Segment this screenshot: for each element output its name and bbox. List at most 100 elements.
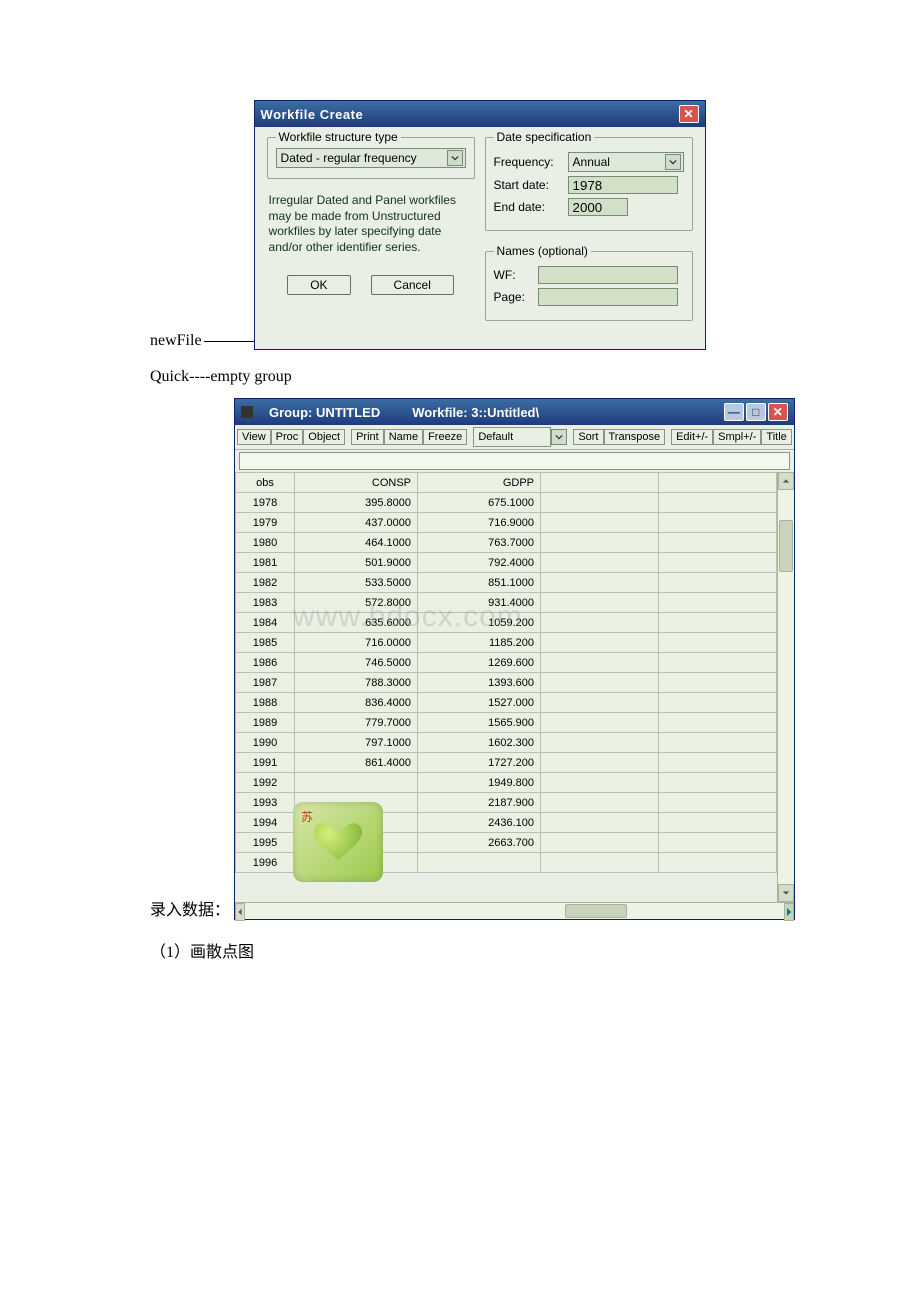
cell-blank[interactable] [658,773,776,793]
cell-obs[interactable]: 1985 [236,633,295,653]
cell-gdpp[interactable]: 763.7000 [418,533,541,553]
cell-obs[interactable]: 1979 [236,513,295,533]
cell-gdpp[interactable]: 1185.200 [418,633,541,653]
table-row[interactable]: 1979437.0000716.9000 [236,513,777,533]
cell-blank[interactable] [658,593,776,613]
cell-consp[interactable]: 797.1000 [295,733,418,753]
table-row[interactable]: 1987788.30001393.600 [236,673,777,693]
table-row[interactable]: 1981501.9000792.4000 [236,553,777,573]
cell-gdpp[interactable]: 2187.900 [418,793,541,813]
cancel-button[interactable]: Cancel [371,275,454,295]
cell-consp[interactable]: 464.1000 [295,533,418,553]
cell-blank[interactable] [541,633,659,653]
cell-gdpp[interactable]: 716.9000 [418,513,541,533]
page-input[interactable] [538,288,678,306]
cell-consp[interactable] [295,773,418,793]
toolbar-name[interactable]: Name [384,429,423,445]
toolbar-proc[interactable]: Proc [271,429,304,445]
cell-blank[interactable] [658,793,776,813]
cell-blank[interactable] [541,733,659,753]
cell-obs[interactable]: 1982 [236,573,295,593]
cell-obs[interactable]: 1991 [236,753,295,773]
cell-gdpp[interactable]: 1727.200 [418,753,541,773]
cell-obs[interactable]: 1995 [236,833,295,853]
cell-obs[interactable]: 1988 [236,693,295,713]
cell-obs[interactable]: 1989 [236,713,295,733]
cell-blank[interactable] [541,593,659,613]
maximize-icon[interactable]: □ [746,403,766,421]
cell-blank[interactable] [658,533,776,553]
cell-gdpp[interactable]: 2436.100 [418,813,541,833]
cell-blank[interactable] [541,813,659,833]
table-row[interactable]: 1989779.70001565.900 [236,713,777,733]
cell-consp[interactable]: 788.3000 [295,673,418,693]
cell-obs[interactable]: 1993 [236,793,295,813]
cell-obs[interactable]: 1981 [236,553,295,573]
table-row[interactable]: 1988836.40001527.000 [236,693,777,713]
cell-blank[interactable] [541,533,659,553]
cell-gdpp[interactable] [418,853,541,873]
cell-consp[interactable]: 501.9000 [295,553,418,573]
cell-blank[interactable] [658,673,776,693]
scroll-down-icon[interactable] [778,884,794,902]
minimize-icon[interactable]: — [724,403,744,421]
formula-bar[interactable] [239,452,790,470]
cell-gdpp[interactable]: 675.1000 [418,493,541,513]
start-date-input[interactable] [568,176,678,194]
cell-gdpp[interactable]: 1269.600 [418,653,541,673]
cell-blank[interactable] [541,493,659,513]
cell-obs[interactable]: 1980 [236,533,295,553]
table-row[interactable]: 1990797.10001602.300 [236,733,777,753]
cell-blank[interactable] [541,573,659,593]
cell-obs[interactable]: 1984 [236,613,295,633]
cell-consp[interactable]: 861.4000 [295,753,418,773]
cell-gdpp[interactable]: 1949.800 [418,773,541,793]
toolbar-sort[interactable]: Sort [573,429,603,445]
scroll-thumb[interactable] [779,520,793,572]
cell-obs[interactable]: 1990 [236,733,295,753]
cell-blank[interactable] [541,693,659,713]
cell-gdpp[interactable]: 2663.700 [418,833,541,853]
cell-consp[interactable]: 572.8000 [295,593,418,613]
cell-gdpp[interactable]: 1059.200 [418,613,541,633]
cell-consp[interactable]: 395.8000 [295,493,418,513]
table-row[interactable]: 1985716.00001185.200 [236,633,777,653]
close-icon[interactable]: ✕ [679,105,699,123]
col-obs[interactable]: obs [236,473,295,493]
cell-blank[interactable] [541,773,659,793]
cell-blank[interactable] [658,613,776,633]
cell-consp[interactable]: 716.0000 [295,633,418,653]
cell-gdpp[interactable]: 1527.000 [418,693,541,713]
chevron-down-icon[interactable] [447,150,463,166]
cell-blank[interactable] [541,553,659,573]
cell-blank[interactable] [658,573,776,593]
toolbar-view[interactable]: View [237,429,271,445]
cell-blank[interactable] [541,833,659,853]
col-consp[interactable]: CONSP [295,473,418,493]
cell-blank[interactable] [541,713,659,733]
horizontal-scrollbar[interactable] [235,902,794,919]
toolbar-freeze[interactable]: Freeze [423,429,467,445]
cell-obs[interactable]: 1987 [236,673,295,693]
cell-blank[interactable] [541,513,659,533]
cell-blank[interactable] [658,813,776,833]
toolbar-title[interactable]: Title [761,429,791,445]
cell-consp[interactable]: 533.5000 [295,573,418,593]
cell-blank[interactable] [658,713,776,733]
display-mode-select[interactable]: Default [473,427,551,447]
cell-obs[interactable]: 1978 [236,493,295,513]
end-date-input[interactable] [568,198,628,216]
cell-gdpp[interactable]: 1393.600 [418,673,541,693]
cell-gdpp[interactable]: 1602.300 [418,733,541,753]
scroll-right-icon[interactable] [784,903,794,921]
scroll-up-icon[interactable] [778,472,794,490]
cell-blank[interactable] [658,513,776,533]
cell-consp[interactable]: 437.0000 [295,513,418,533]
cell-gdpp[interactable]: 851.1000 [418,573,541,593]
cell-blank[interactable] [658,733,776,753]
frequency-select[interactable]: Annual [568,152,684,172]
cell-blank[interactable] [541,613,659,633]
table-row[interactable]: 1991861.40001727.200 [236,753,777,773]
cell-gdpp[interactable]: 931.4000 [418,593,541,613]
cell-obs[interactable]: 1986 [236,653,295,673]
